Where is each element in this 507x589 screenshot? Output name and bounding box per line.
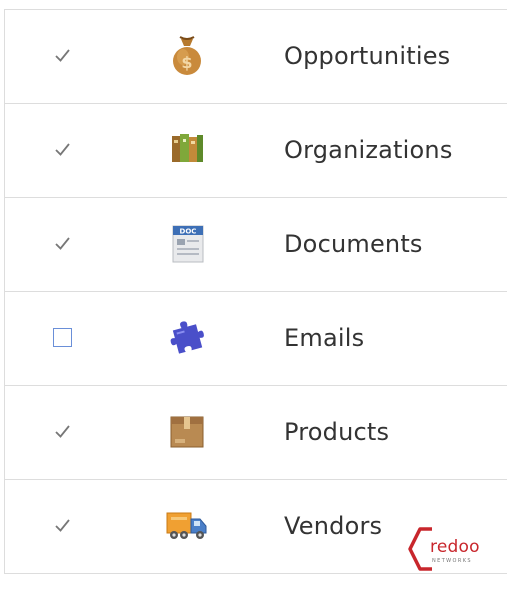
books-icon bbox=[163, 129, 211, 169]
module-label: Vendors bbox=[284, 512, 383, 540]
truck-icon bbox=[163, 505, 211, 545]
box-icon bbox=[163, 411, 211, 451]
svg-text:DOC: DOC bbox=[180, 228, 197, 236]
module-label: Documents bbox=[284, 230, 423, 258]
row-checkbox[interactable] bbox=[53, 140, 72, 159]
checkmark-icon bbox=[55, 49, 70, 62]
table-row: Organizations bbox=[5, 104, 507, 198]
table-row: Products bbox=[5, 386, 507, 480]
row-checkbox[interactable] bbox=[53, 328, 72, 347]
svg-text:$: $ bbox=[181, 53, 192, 72]
checkmark-icon bbox=[55, 143, 70, 156]
logo-text: redoo bbox=[430, 537, 480, 557]
logo-subtext: NETWORKS bbox=[432, 558, 472, 564]
money-bag-icon: $ bbox=[163, 35, 211, 75]
checkmark-icon bbox=[55, 425, 70, 438]
module-label: Products bbox=[284, 418, 390, 446]
row-checkbox[interactable] bbox=[53, 234, 72, 253]
module-label: Opportunities bbox=[284, 42, 451, 70]
document-icon: DOC bbox=[163, 223, 211, 263]
puzzle-icon bbox=[163, 317, 211, 357]
row-checkbox[interactable] bbox=[53, 46, 72, 65]
row-checkbox[interactable] bbox=[53, 516, 72, 535]
checkmark-icon bbox=[55, 519, 70, 532]
module-label: Emails bbox=[284, 324, 365, 352]
module-table: $ Opportunities Organizations DOC Docume… bbox=[4, 9, 507, 574]
redoo-logo: redoo NETWORKS bbox=[406, 523, 502, 575]
row-checkbox[interactable] bbox=[53, 422, 72, 441]
module-label: Organizations bbox=[284, 136, 453, 164]
checkmark-icon bbox=[55, 237, 70, 250]
table-row: $ Opportunities bbox=[5, 10, 507, 104]
table-row: DOC Documents bbox=[5, 198, 507, 292]
table-row: Emails bbox=[5, 292, 507, 386]
